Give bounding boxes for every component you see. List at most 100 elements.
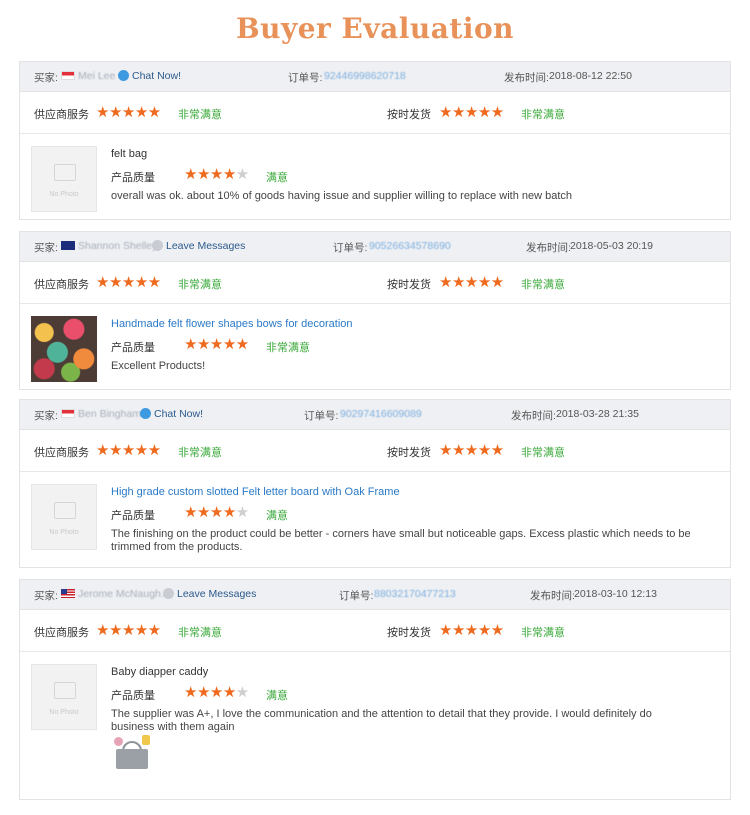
image-placeholder-icon <box>54 682 76 699</box>
supplier-service-stars: ★★★★★ <box>96 622 161 639</box>
buyer-name: Jerome McNaugh... <box>78 588 170 600</box>
buyer-name: Mei Lee <box>78 70 116 82</box>
chat-now-button[interactable]: Chat Now! <box>114 70 181 82</box>
published-time: 2018-03-28 21:35 <box>556 408 639 420</box>
product-quality-stars: ★★★★★ <box>184 166 249 183</box>
on-time-verdict: 非常满意 <box>521 447 565 459</box>
review-card: 买家: Shannon Shelley Leave Messages 订单号: … <box>19 231 731 390</box>
product-link[interactable]: High grade custom slotted Felt letter bo… <box>111 486 400 498</box>
on-time-verdict: 非常满意 <box>521 279 565 291</box>
rating-row: 供应商服务 ★★★★★ 非常满意 按时发货 ★★★★★ 非常满意 <box>20 262 730 304</box>
supplier-service-verdict: 非常满意 <box>178 109 222 121</box>
product-quality-label: 产品质量 <box>111 172 155 184</box>
on-time-label: 按时发货 <box>387 109 431 121</box>
supplier-service-verdict: 非常满意 <box>178 447 222 459</box>
product-quality-verdict: 满意 <box>266 690 288 702</box>
review-photo-thumbnail[interactable] <box>112 735 152 771</box>
product-name: Baby diapper caddy <box>111 666 209 678</box>
on-time-stars: ★★★★★ <box>439 104 504 121</box>
review-comment: Excellent Products! <box>111 360 206 372</box>
product-quality-stars: ★★★★★ <box>184 504 249 521</box>
product-photo-placeholder: No Photo <box>31 664 97 730</box>
on-time-verdict: 非常满意 <box>521 109 565 121</box>
order-number-link[interactable]: 90526634578690 <box>369 240 451 252</box>
on-time-label: 按时发货 <box>387 627 431 639</box>
supplier-service-stars: ★★★★★ <box>96 274 161 291</box>
review-header: 买家: Mei Lee Chat Now! 订单号: 9244699862071… <box>20 62 730 92</box>
on-time-stars: ★★★★★ <box>439 442 504 459</box>
on-time-verdict: 非常满意 <box>521 627 565 639</box>
order-label: 订单号: <box>339 590 374 602</box>
buyer-label: 买家: <box>34 242 58 254</box>
supplier-service-label: 供应商服务 <box>34 109 89 121</box>
review-card: 买家: Ben Bingham Chat Now! 订单号: 902974166… <box>19 399 731 568</box>
published-label: 发布时间: <box>504 72 549 84</box>
leave-messages-button[interactable]: Leave Messages <box>148 240 245 252</box>
product-quality-label: 产品质量 <box>111 510 155 522</box>
country-flag-icon <box>59 240 77 252</box>
published-time: 2018-08-12 22:50 <box>549 70 632 82</box>
published-label: 发布时间: <box>530 590 575 602</box>
on-time-label: 按时发货 <box>387 279 431 291</box>
supplier-service-stars: ★★★★★ <box>96 442 161 459</box>
country-flag-icon <box>59 408 77 420</box>
product-photo-placeholder: No Photo <box>31 146 97 212</box>
review-comment: overall was ok. about 10% of goods havin… <box>111 190 573 202</box>
supplier-service-verdict: 非常满意 <box>178 279 222 291</box>
on-time-stars: ★★★★★ <box>439 274 504 291</box>
order-label: 订单号: <box>333 242 368 254</box>
on-time-label: 按时发货 <box>387 447 431 459</box>
published-label: 发布时间: <box>526 242 571 254</box>
rating-row: 供应商服务 ★★★★★ 非常满意 按时发货 ★★★★★ 非常满意 <box>20 610 730 652</box>
message-icon <box>163 588 174 599</box>
published-time: 2018-05-03 20:19 <box>570 240 653 252</box>
review-card: 买家: Jerome McNaugh... Leave Messages 订单号… <box>19 579 731 800</box>
product-quality-verdict: 非常满意 <box>266 342 310 354</box>
rating-row: 供应商服务 ★★★★★ 非常满意 按时发货 ★★★★★ 非常满意 <box>20 430 730 472</box>
chat-now-button[interactable]: Chat Now! <box>136 408 203 420</box>
order-label: 订单号: <box>288 72 323 84</box>
review-card: 买家: Mei Lee Chat Now! 订单号: 9244699862071… <box>19 61 731 220</box>
review-comment: The supplier was A+, I love the communic… <box>111 708 652 733</box>
review-comment: The finishing on the product could be be… <box>111 528 691 553</box>
on-time-stars: ★★★★★ <box>439 622 504 639</box>
product-quality-verdict: 满意 <box>266 510 288 522</box>
review-header: 买家: Jerome McNaugh... Leave Messages 订单号… <box>20 580 730 610</box>
published-label: 发布时间: <box>511 410 556 422</box>
country-flag-icon <box>59 588 77 600</box>
product-quality-stars: ★★★★★ <box>184 336 249 353</box>
chat-icon <box>140 408 151 419</box>
buyer-label: 买家: <box>34 590 58 602</box>
order-number-link[interactable]: 90297416609089 <box>340 408 422 420</box>
product-link[interactable]: Handmade felt flower shapes bows for dec… <box>111 318 353 330</box>
page-title: Buyer Evaluation <box>235 12 515 45</box>
chat-icon <box>118 70 129 81</box>
buyer-label: 买家: <box>34 72 58 84</box>
product-name: felt bag <box>111 148 148 160</box>
product-quality-stars: ★★★★★ <box>184 684 249 701</box>
buyer-name: Shannon Shelley <box>78 240 158 252</box>
product-quality-label: 产品质量 <box>111 342 155 354</box>
rating-row: 供应商服务 ★★★★★ 非常满意 按时发货 ★★★★★ 非常满意 <box>20 92 730 134</box>
order-number-link[interactable]: 88032170477213 <box>374 588 456 600</box>
review-header: 买家: Ben Bingham Chat Now! 订单号: 902974166… <box>20 400 730 430</box>
message-icon <box>152 240 163 251</box>
product-quality-label: 产品质量 <box>111 690 155 702</box>
review-header: 买家: Shannon Shelley Leave Messages 订单号: … <box>20 232 730 262</box>
image-placeholder-icon <box>54 502 76 519</box>
leave-messages-button[interactable]: Leave Messages <box>159 588 256 600</box>
published-time: 2018-03-10 12:13 <box>574 588 657 600</box>
product-quality-verdict: 满意 <box>266 172 288 184</box>
order-label: 订单号: <box>304 410 339 422</box>
supplier-service-label: 供应商服务 <box>34 627 89 639</box>
supplier-service-stars: ★★★★★ <box>96 104 161 121</box>
supplier-service-label: 供应商服务 <box>34 447 89 459</box>
product-photo[interactable] <box>31 316 97 382</box>
supplier-service-verdict: 非常满意 <box>178 627 222 639</box>
product-photo-placeholder: No Photo <box>31 484 97 550</box>
buyer-label: 买家: <box>34 410 58 422</box>
country-flag-icon <box>59 70 77 82</box>
order-number-link[interactable]: 92446998620718 <box>324 70 406 82</box>
image-placeholder-icon <box>54 164 76 181</box>
buyer-name: Ben Bingham <box>78 408 142 420</box>
